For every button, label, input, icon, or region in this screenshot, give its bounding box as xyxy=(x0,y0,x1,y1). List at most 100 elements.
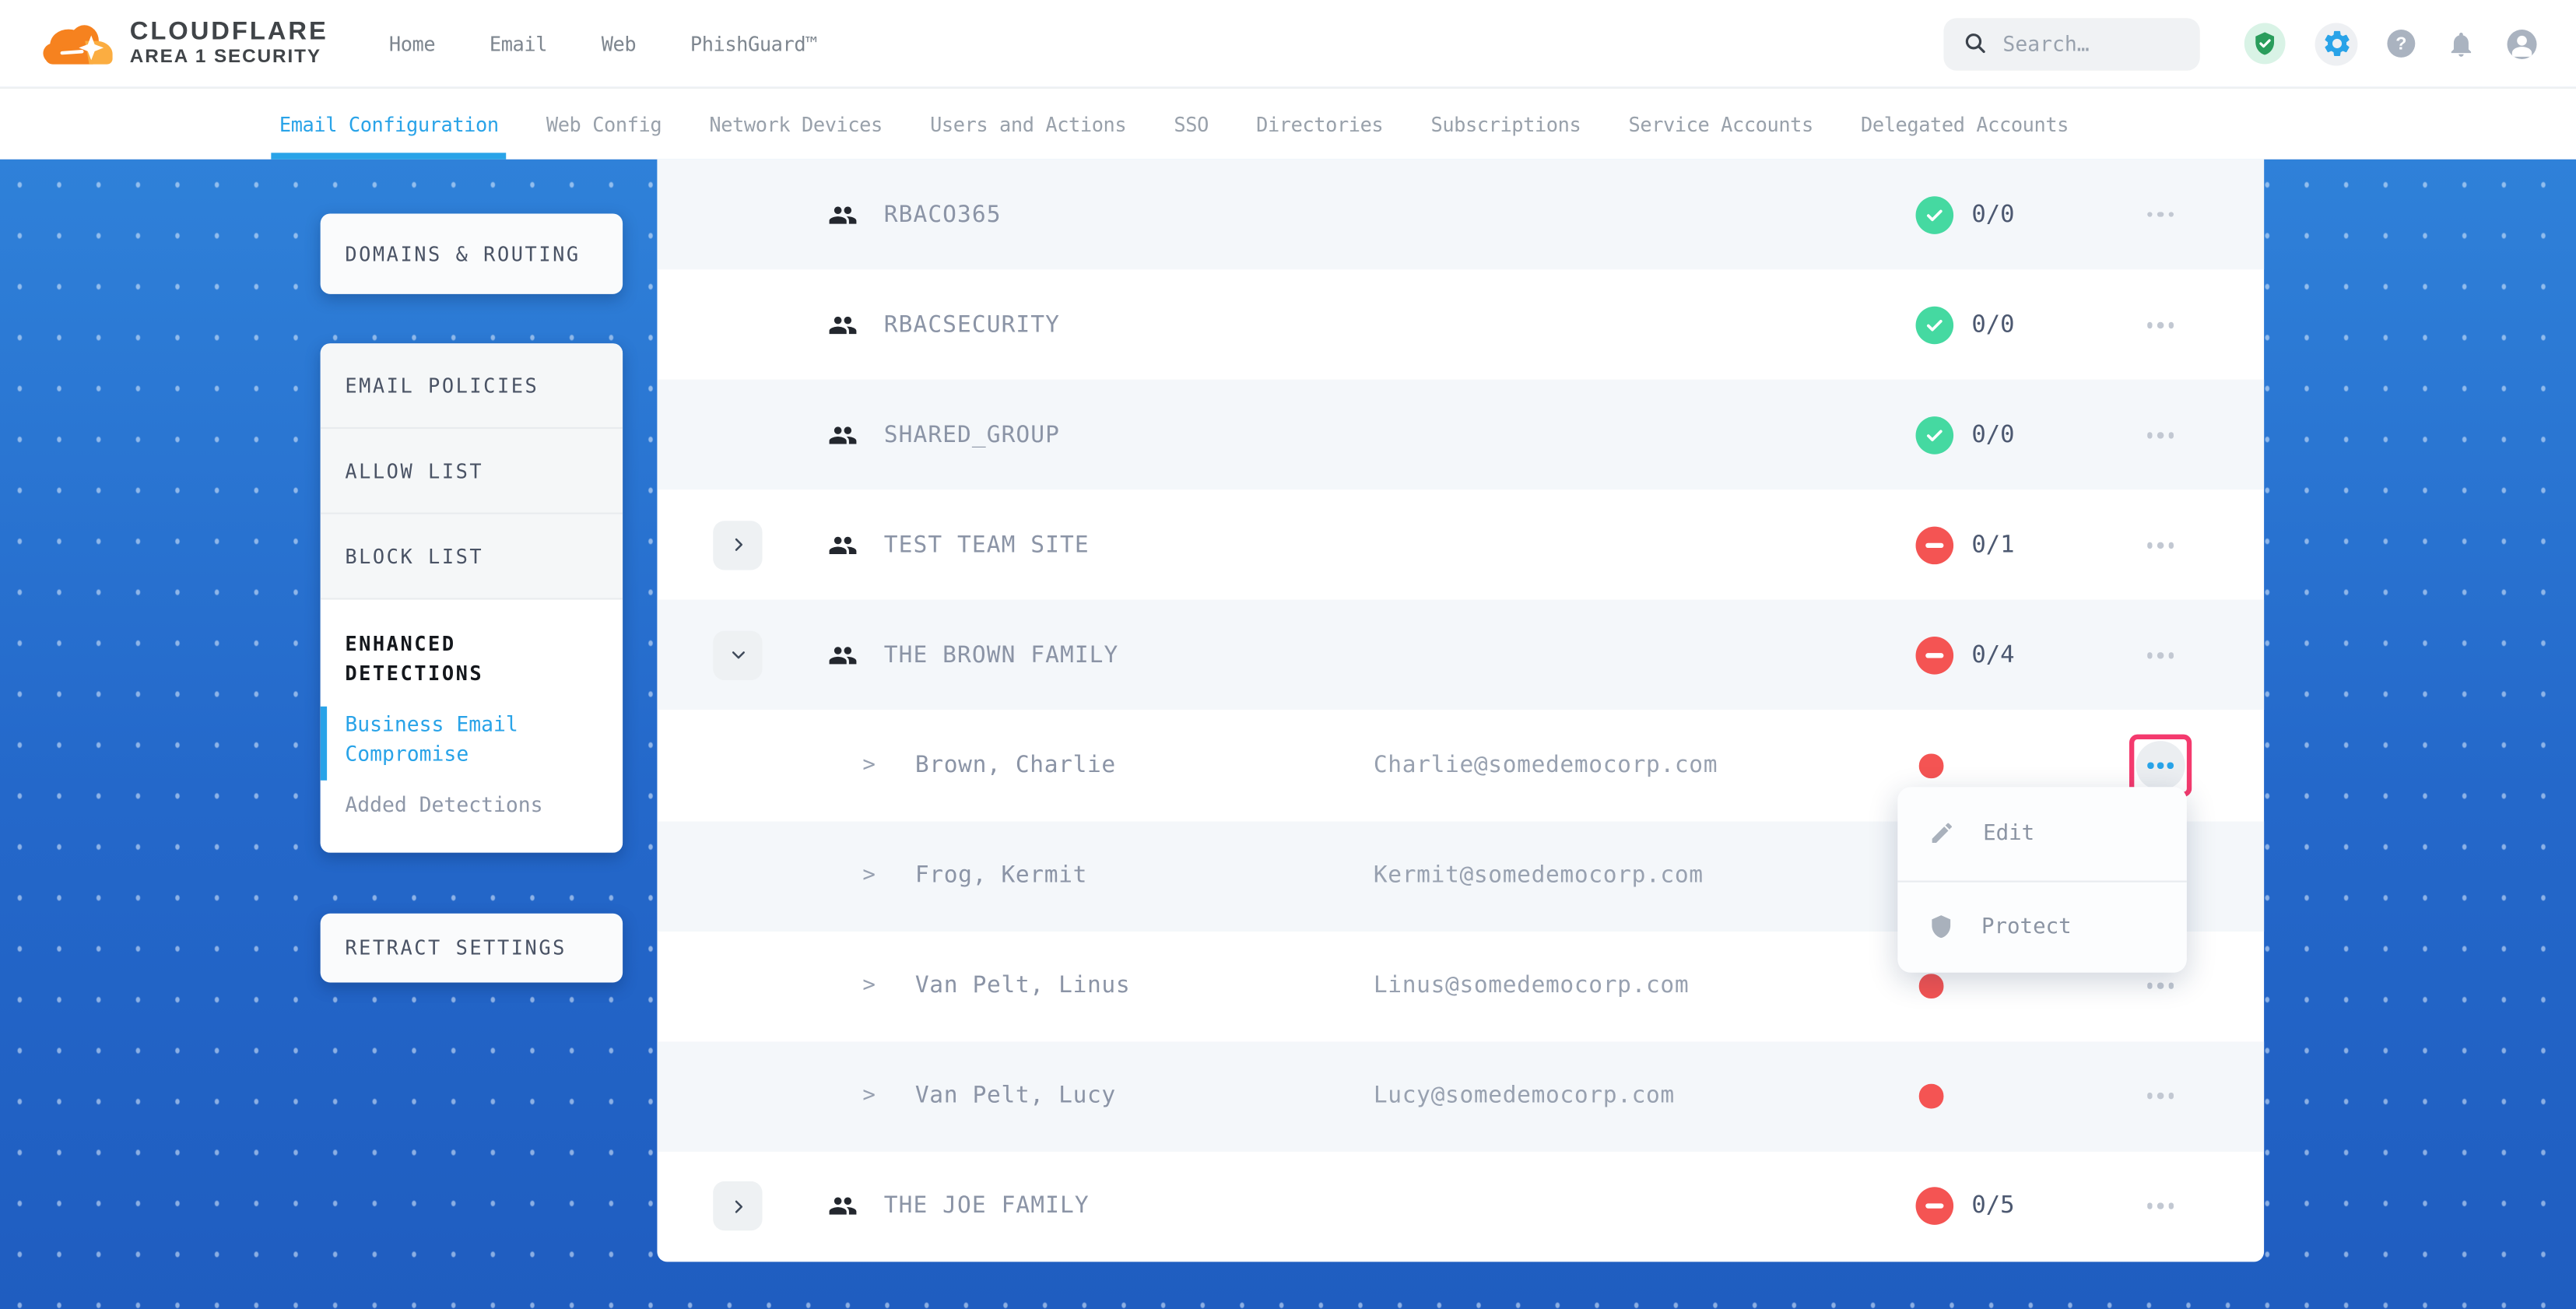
page-content: DOMAINS & ROUTING EMAIL POLICIES ALLOW L… xyxy=(0,160,2576,1309)
sidebar-item-email-policies[interactable]: EMAIL POLICIES xyxy=(321,343,623,429)
status-badge-alert xyxy=(1916,526,1954,564)
check-icon xyxy=(1924,314,1945,335)
status-dot-alert xyxy=(1919,974,1943,998)
sidebar-item-label: DOMAINS & ROUTING xyxy=(345,242,580,265)
help-icon[interactable]: ? xyxy=(2387,30,2415,58)
tab-email-configuration[interactable]: Email Configuration xyxy=(271,89,507,160)
protection-count: 0/5 xyxy=(1971,1193,2014,1220)
search-input[interactable]: Search… xyxy=(1943,17,2199,70)
group-icon xyxy=(828,640,858,670)
member-expand-arrow[interactable]: > xyxy=(862,753,876,778)
expand-button[interactable] xyxy=(713,521,762,570)
sidebar-item-enhanced-detections[interactable]: ENHANCED DETECTIONS xyxy=(345,630,598,689)
app-window: CLOUDFLARE AREA 1 SECURITY Home Email Web P… xyxy=(0,0,2576,1309)
sidebar-item-label: BLOCK LIST xyxy=(345,545,483,568)
pencil-icon xyxy=(1928,820,1955,847)
status-badge-ok xyxy=(1916,416,1954,454)
table-row-group: RBACSECURITY0/0 xyxy=(657,269,2264,380)
ellipsis-icon xyxy=(2146,1093,2174,1100)
groups-table: RBACO3650/0RBACSECURITY0/0SHARED_GROUP0/… xyxy=(657,160,2264,1262)
member-name: Van Pelt, Lucy xyxy=(915,1083,1116,1110)
chevron-right-icon xyxy=(728,1198,746,1216)
table-row-group: TEST TEAM SITE0/1 xyxy=(657,490,2264,601)
group-name: THE BROWN FAMILY xyxy=(884,642,1119,669)
menu-item-edit[interactable]: Edit xyxy=(1897,787,2187,879)
tab-web-config[interactable]: Web Config xyxy=(538,89,669,160)
ellipsis-icon xyxy=(2136,741,2185,790)
row-menu-button[interactable] xyxy=(2125,518,2197,574)
status-badge-ok xyxy=(1916,306,1954,344)
settings-gear-icon[interactable] xyxy=(2315,22,2358,65)
sidebar-item-label: EMAIL POLICIES xyxy=(345,374,539,397)
app-header: CLOUDFLARE AREA 1 SECURITY Home Email Web P… xyxy=(0,0,2576,87)
member-name: Brown, Charlie xyxy=(915,753,1116,779)
table-body: RBACO3650/0RBACSECURITY0/0SHARED_GROUP0/… xyxy=(657,160,2264,1262)
group-name: SHARED_GROUP xyxy=(884,422,1060,448)
header-icon-cluster: ? xyxy=(2244,22,2537,65)
minus-icon xyxy=(1925,653,1943,658)
protection-count: 0/1 xyxy=(1971,532,2014,559)
row-menu-button[interactable] xyxy=(2125,187,2197,243)
ellipsis-icon xyxy=(2146,212,2174,218)
tab-service-accounts[interactable]: Service Accounts xyxy=(1620,89,1821,160)
tab-delegated-accounts[interactable]: Delegated Accounts xyxy=(1852,89,2076,160)
expand-button[interactable] xyxy=(713,1182,762,1231)
sidebar-item-retract-settings[interactable]: RETRACT SETTINGS xyxy=(321,914,623,983)
chevron-right-icon xyxy=(728,536,746,554)
group-icon xyxy=(828,200,858,230)
notifications-bell-icon[interactable] xyxy=(2444,27,2477,60)
nav-item-home[interactable]: Home xyxy=(389,32,435,55)
member-expand-arrow[interactable]: > xyxy=(862,1084,876,1109)
row-menu-button[interactable] xyxy=(2125,1178,2197,1234)
group-icon xyxy=(828,1191,858,1221)
chevron-down-icon xyxy=(728,647,746,665)
row-context-menu: Edit Protect xyxy=(1897,787,2187,973)
cloudflare-cloud-icon xyxy=(41,19,117,68)
sidebar-link-added-detections[interactable]: Added Detections xyxy=(345,790,598,819)
expand-button[interactable] xyxy=(713,630,762,679)
account-icon[interactable] xyxy=(2508,29,2537,58)
search-icon xyxy=(1964,31,1988,56)
member-expand-arrow[interactable]: > xyxy=(862,864,876,889)
protection-count: 0/0 xyxy=(1971,422,2014,448)
member-expand-arrow[interactable]: > xyxy=(862,974,876,998)
row-menu-button[interactable] xyxy=(2125,297,2197,353)
status-dot-alert xyxy=(1919,754,1943,778)
row-menu-button[interactable] xyxy=(2125,1069,2197,1125)
minus-icon xyxy=(1925,1204,1943,1209)
primary-nav: Home Email Web PhishGuard™ xyxy=(389,32,817,55)
sidebar-item-block-list[interactable]: BLOCK LIST xyxy=(321,514,623,600)
brand-subtitle: AREA 1 SECURITY xyxy=(130,47,328,67)
menu-item-label: Protect xyxy=(1981,914,2072,939)
table-row-group: THE BROWN FAMILY0/4 xyxy=(657,600,2264,711)
row-menu-button[interactable] xyxy=(2125,627,2197,683)
member-email: Charlie@somedemocorp.com xyxy=(1374,753,1718,779)
ellipsis-icon xyxy=(2146,321,2174,328)
tab-directories[interactable]: Directories xyxy=(1248,89,1392,160)
tab-users-and-actions[interactable]: Users and Actions xyxy=(922,89,1135,160)
sidebar-item-allow-list[interactable]: ALLOW LIST xyxy=(321,429,623,514)
nav-item-web[interactable]: Web xyxy=(602,32,636,55)
search-placeholder: Search… xyxy=(2002,31,2089,56)
status-badge-alert xyxy=(1916,1188,1954,1226)
nav-item-phishguard[interactable]: PhishGuard™ xyxy=(690,32,817,55)
menu-item-protect[interactable]: Protect xyxy=(1897,879,2187,972)
tab-subscriptions[interactable]: Subscriptions xyxy=(1423,89,1589,160)
tab-network-devices[interactable]: Network Devices xyxy=(701,89,891,160)
member-email: Linus@somedemocorp.com xyxy=(1374,973,1689,999)
tab-sso[interactable]: SSO xyxy=(1166,89,1217,160)
logo-home-link[interactable]: CLOUDFLARE AREA 1 SECURITY xyxy=(41,19,328,68)
table-row-group: THE JOE FAMILY0/5 xyxy=(657,1152,2264,1262)
status-badge-alert xyxy=(1916,637,1954,675)
sidebar-enhanced-detections-section: ENHANCED DETECTIONS Business Email Compr… xyxy=(321,600,623,853)
check-icon xyxy=(1924,204,1945,225)
ellipsis-icon xyxy=(2146,1203,2174,1209)
shield-check-icon[interactable] xyxy=(2244,23,2286,65)
sidebar-item-domains-routing[interactable]: DOMAINS & ROUTING xyxy=(321,213,623,293)
status-badge-ok xyxy=(1916,195,1954,233)
sidebar-item-label: ALLOW LIST xyxy=(345,459,483,483)
sidebar-link-business-email-compromise[interactable]: Business Email Compromise xyxy=(345,710,598,769)
row-menu-button[interactable] xyxy=(2125,407,2197,463)
nav-item-email[interactable]: Email xyxy=(490,32,547,55)
protection-count: 0/0 xyxy=(1971,202,2014,228)
